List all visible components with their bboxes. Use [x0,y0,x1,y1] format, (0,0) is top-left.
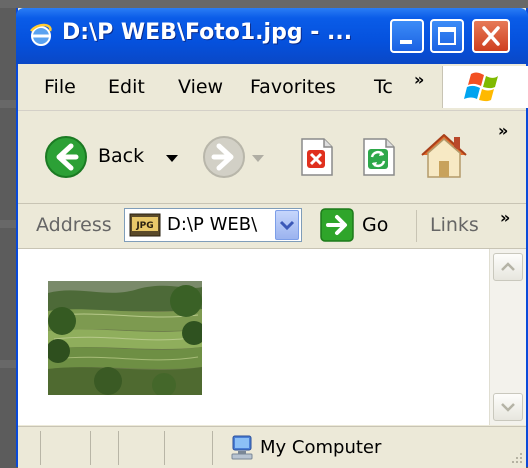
resize-grip-icon[interactable] [508,449,524,465]
maximize-button[interactable] [430,19,464,53]
window-title: D:\P WEB\Foto1.jpg - ... [62,20,353,45]
home-button[interactable] [418,129,470,181]
rice-terrace-photo [48,281,202,395]
ie-window: D:\P WEB\Foto1.jpg - ... File Edit View … [16,8,528,468]
forward-button[interactable] [202,135,272,181]
refresh-button[interactable] [358,137,398,177]
toolbar-separator [416,210,417,242]
back-label: Back [98,145,145,167]
toolbar-chevron-icon[interactable]: » [498,121,508,140]
scroll-up-button[interactable] [493,253,523,281]
status-divider [164,431,165,465]
menu-view[interactable]: View [178,76,223,98]
go-button[interactable]: Go [320,208,404,244]
menu-edit[interactable]: Edit [108,76,145,98]
menu-bar: File Edit View Favorites Tc » [18,64,528,111]
go-label: Go [362,214,389,236]
page-content [18,249,526,425]
home-icon [421,134,467,178]
forward-dropdown-icon [252,155,264,162]
vertical-scrollbar[interactable] [489,249,526,425]
ie-logo-icon [30,23,52,46]
menu-chevron-icon[interactable]: » [414,70,424,89]
chevron-down-icon [279,220,295,231]
status-divider [40,431,41,465]
minimize-icon [400,40,412,44]
menu-tools[interactable]: Tc [374,76,393,98]
chevron-down-icon [501,403,515,412]
links-label[interactable]: Links [430,214,479,236]
status-divider [90,431,91,465]
address-label: Address [36,214,112,236]
svg-text:JPG: JPG [135,221,153,231]
my-computer-icon [231,435,253,460]
close-icon [482,26,500,46]
menu-file[interactable]: File [44,76,76,98]
back-arrow-icon [45,136,87,178]
status-divider [212,431,213,465]
desktop-stripe [0,0,528,8]
back-dropdown-icon[interactable] [166,153,178,163]
maximize-icon [438,27,456,45]
windows-logo-area [442,66,528,108]
title-bar[interactable]: D:\P WEB\Foto1.jpg - ... [16,8,528,64]
close-button[interactable] [472,19,510,53]
minimize-button[interactable] [390,19,424,53]
standard-toolbar: Back » [18,111,526,204]
chevron-up-icon [501,262,515,271]
jpg-file-icon: JPG [129,213,161,237]
stop-icon [301,138,333,176]
scroll-down-button[interactable] [493,393,523,421]
menu-favorites[interactable]: Favorites [250,76,336,98]
status-divider [118,431,119,465]
links-chevron-icon[interactable]: » [500,208,510,227]
back-button[interactable]: Back [44,133,194,181]
go-arrow-icon [320,208,354,242]
windows-flag-icon [464,72,498,102]
address-dropdown-button[interactable] [275,210,299,240]
status-zone-label: My Computer [260,437,382,458]
refresh-icon [363,138,395,176]
address-value: D:\P WEB\ [167,214,258,235]
address-bar: Address JPG D:\P WEB\ Go Links » [18,204,526,249]
stop-button[interactable] [296,137,336,177]
status-bar: My Computer [18,426,526,468]
forward-arrow-icon [203,136,245,178]
